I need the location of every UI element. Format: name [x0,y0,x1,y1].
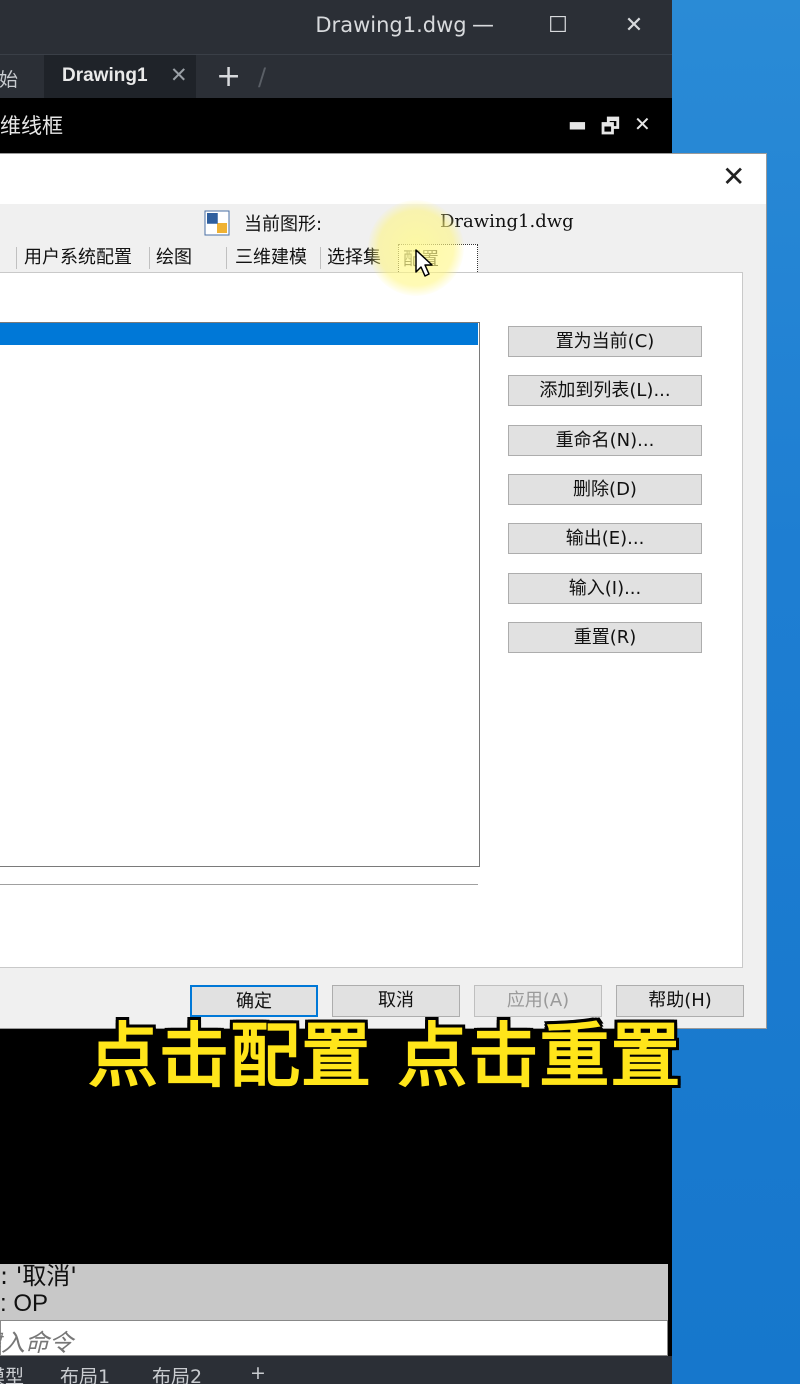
dialog-close-button[interactable]: ✕ [722,160,745,193]
tab-layout1[interactable]: 布局1 [60,1362,110,1384]
dialog-title-bar: ✕ [0,154,766,204]
mouse-pointer-icon [415,249,433,277]
drawing-file-icon [204,210,230,236]
tab-divider [320,247,321,269]
import-button[interactable]: 输入(I)... [508,573,702,604]
tab-divider [226,247,227,269]
layout-tab-bar: 模型 布局1 布局2 + [0,1356,672,1384]
reset-button[interactable]: 重置(R) [508,622,702,653]
tab-model[interactable]: 模型 [0,1362,24,1384]
profiles-list[interactable] [0,322,480,867]
tab-divider [149,247,150,269]
delete-button[interactable]: 删除(D) [508,474,702,505]
tab-3d-modeling[interactable]: 三维建模 [235,243,307,273]
divider [0,884,478,885]
viewport-minimize-icon[interactable]: ▬ [568,112,587,136]
close-button[interactable]: ✕ [614,8,654,44]
tab-layout2[interactable]: 布局2 [152,1362,202,1384]
viewport-header: 维线框 ▬ 🗗 ✕ [0,98,672,154]
command-input-placeholder: 键入命令 [0,1329,73,1357]
viewport-close-icon[interactable]: ✕ [634,112,651,136]
set-current-button[interactable]: 置为当前(C) [508,326,702,357]
tab-separator: / [258,63,267,91]
video-caption: 点击配置 点击重置 [88,1015,682,1097]
minimize-button[interactable]: — [463,8,503,44]
tab-drawing1[interactable]: Drawing1 ✕ [44,55,196,99]
history-line-1: : '取消' [0,1262,77,1290]
viewport-restore-icon[interactable]: 🗗 [601,112,620,146]
current-drawing-label: 当前图形: [244,214,323,235]
tab-start[interactable]: 开始 [0,65,18,92]
export-button[interactable]: 输出(E)... [508,523,702,554]
add-layout-icon[interactable]: + [250,1362,266,1384]
title-bar: Drawing1.dwg — ☐ ✕ [0,0,672,54]
command-input[interactable]: 键入命令 [0,1320,668,1357]
selected-profile-row[interactable] [0,323,478,345]
maximize-button[interactable]: ☐ [538,8,578,44]
close-tab-icon[interactable]: ✕ [170,63,188,87]
tab-drafting[interactable]: 绘图 [156,243,192,273]
tab-user-preferences[interactable]: 用户系统配置 [24,243,132,273]
tab-divider [16,247,17,269]
add-to-list-button[interactable]: 添加到列表(L)... [508,375,702,406]
tab-drawing1-label: Drawing1 [62,65,148,86]
command-line-area: : '取消' : OP 键入命令 模型 布局1 布局2 + [0,1256,672,1384]
command-history: : '取消' : OP [0,1262,668,1320]
visual-style-label[interactable]: 维线框 [0,110,63,140]
document-tab-bar: 开始 Drawing1 ✕ + / [0,54,672,99]
add-tab-icon[interactable]: + [216,59,241,94]
history-line-2: : OP [0,1290,49,1317]
rename-button[interactable]: 重命名(N)... [508,425,702,456]
